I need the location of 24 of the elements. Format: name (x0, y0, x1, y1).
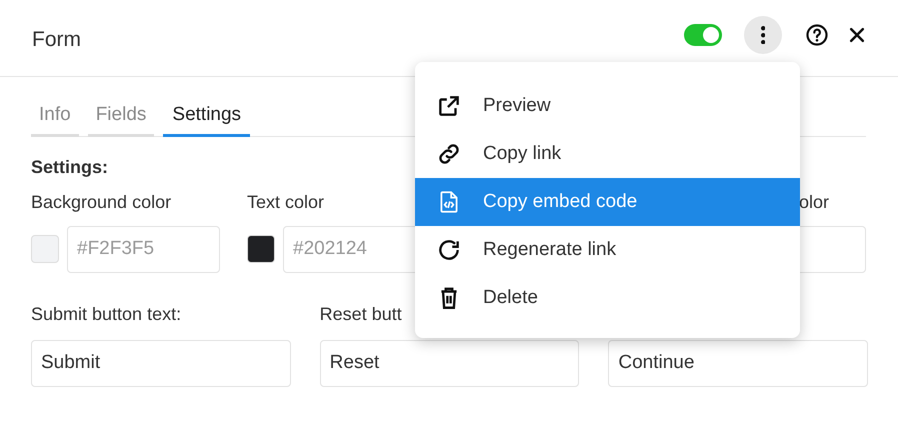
field-label: Background color (31, 192, 172, 214)
window-title: Form (32, 28, 81, 52)
refresh-icon (436, 237, 462, 263)
menu-item[interactable]: Copy link (415, 130, 800, 178)
close-icon[interactable] (847, 25, 867, 45)
field-label: Reset butt (320, 304, 402, 326)
tab[interactable]: Settings (163, 102, 250, 137)
external-link-icon (436, 93, 462, 119)
menu-item[interactable]: Delete (415, 274, 800, 322)
more-icon (760, 26, 766, 44)
text-input[interactable]: Reset (320, 340, 580, 386)
field-label: olor (799, 192, 830, 214)
menu-item[interactable]: Copy embed code (415, 178, 800, 226)
menu-item[interactable]: Preview (415, 82, 800, 130)
text-input[interactable]: Submit (31, 340, 291, 386)
text-input[interactable]: Continue (608, 340, 868, 386)
color-swatch[interactable] (31, 235, 59, 263)
field-label: Text color (247, 192, 324, 214)
toggle-switch[interactable] (684, 24, 722, 46)
help-icon[interactable] (805, 23, 829, 47)
section-heading: Settings: (31, 156, 110, 178)
field-label: Submit button text: (31, 304, 182, 326)
more-button[interactable] (744, 16, 782, 54)
color-swatch[interactable] (247, 235, 275, 263)
